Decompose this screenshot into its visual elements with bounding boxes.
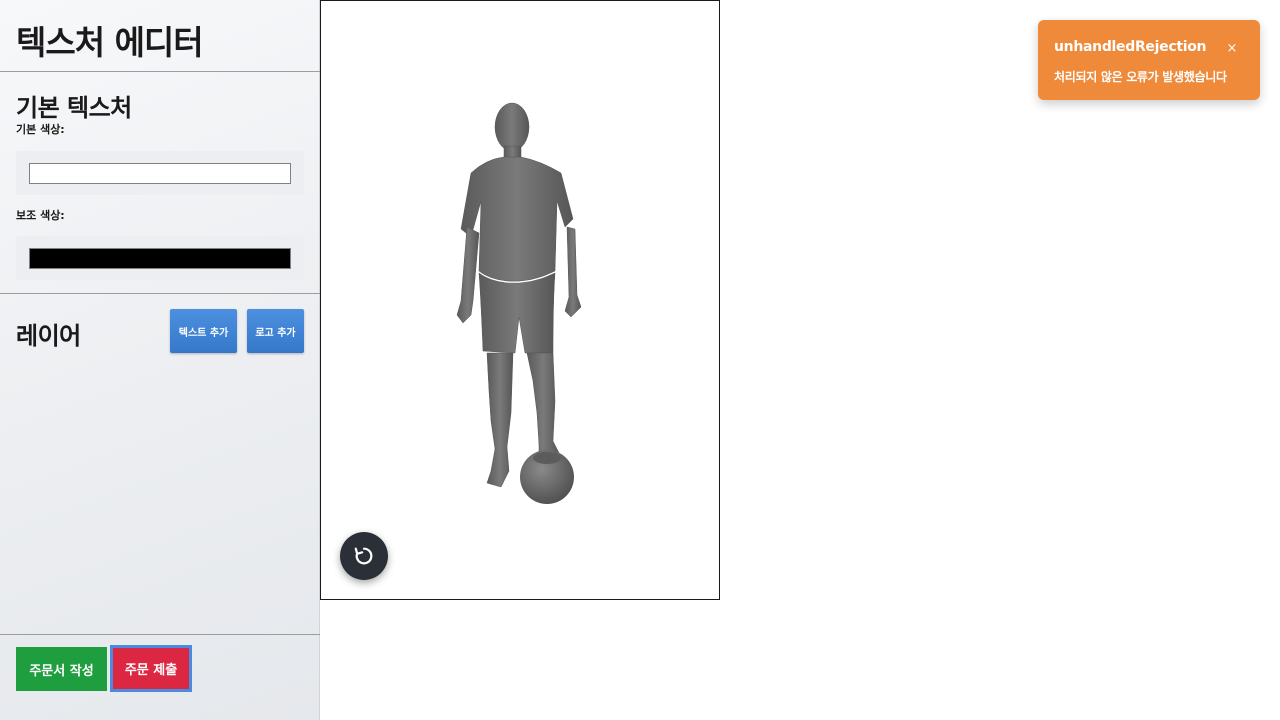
primary-color-label: 기본 색상: (16, 123, 65, 136)
rotate-reset-icon (354, 547, 373, 565)
close-icon[interactable]: × (1224, 41, 1240, 57)
add-text-button[interactable]: 텍스트 추가 (170, 309, 237, 353)
primary-color-field (16, 151, 304, 195)
model-viewer[interactable] (320, 0, 720, 600)
base-texture-title: 기본 텍스처 (16, 94, 132, 122)
toast-title: unhandledRejection (1054, 39, 1207, 55)
secondary-color-input[interactable] (29, 248, 291, 269)
error-toast: unhandledRejection × 처리되지 않은 오류가 발생했습니다 (1038, 20, 1260, 100)
sidebar: 텍스처 에디터 기본 텍스처 기본 색상: 보조 색상: 레이어 텍스트 추가 … (0, 0, 320, 720)
primary-color-input[interactable] (29, 163, 291, 184)
divider (0, 293, 320, 294)
reset-view-button[interactable] (340, 532, 388, 580)
write-order-button[interactable]: 주문서 작성 (16, 647, 107, 691)
layers-title: 레이어 (16, 322, 81, 350)
secondary-color-label: 보조 색상: (16, 209, 65, 222)
divider (0, 71, 320, 72)
player-model[interactable] (321, 1, 719, 599)
add-logo-button[interactable]: 로고 추가 (247, 309, 304, 353)
submit-order-button[interactable]: 주문 제출 (110, 645, 192, 692)
app-title: 텍스처 에디터 (16, 23, 204, 62)
secondary-color-field (16, 236, 304, 280)
toast-message: 처리되지 않은 오류가 발생했습니다 (1054, 70, 1227, 84)
divider (0, 634, 320, 635)
